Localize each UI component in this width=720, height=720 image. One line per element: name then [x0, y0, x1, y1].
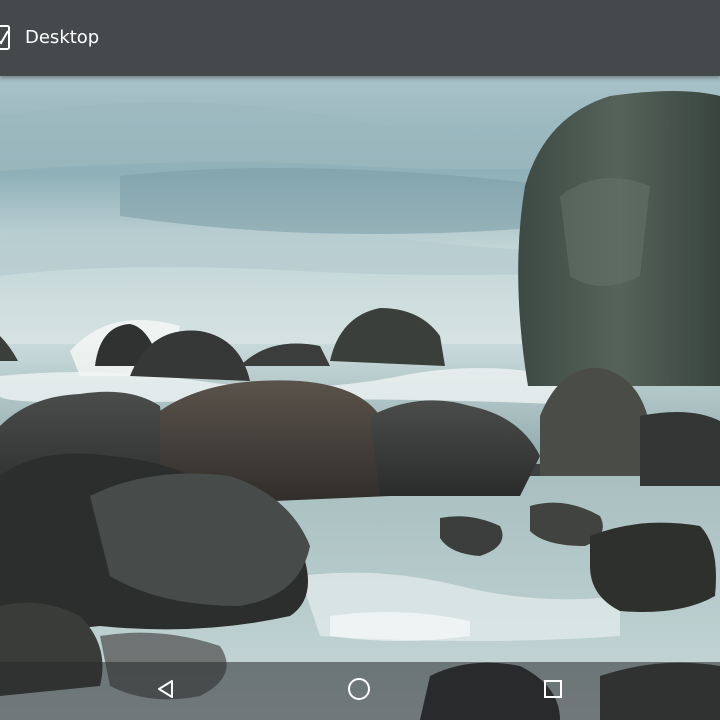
back-button[interactable]	[151, 676, 181, 706]
back-triangle-icon	[155, 678, 177, 704]
wallpaper-image	[0, 76, 720, 720]
page-title: Desktop	[25, 27, 100, 48]
navigation-bar	[0, 662, 720, 720]
screen: Desktop	[0, 0, 720, 720]
recents-button[interactable]	[538, 676, 568, 706]
home-button[interactable]	[344, 676, 374, 706]
home-circle-icon	[347, 677, 371, 705]
action-bar: Desktop	[0, 0, 720, 76]
recents-square-icon	[542, 678, 564, 704]
checkbox-check-icon[interactable]	[0, 25, 10, 50]
